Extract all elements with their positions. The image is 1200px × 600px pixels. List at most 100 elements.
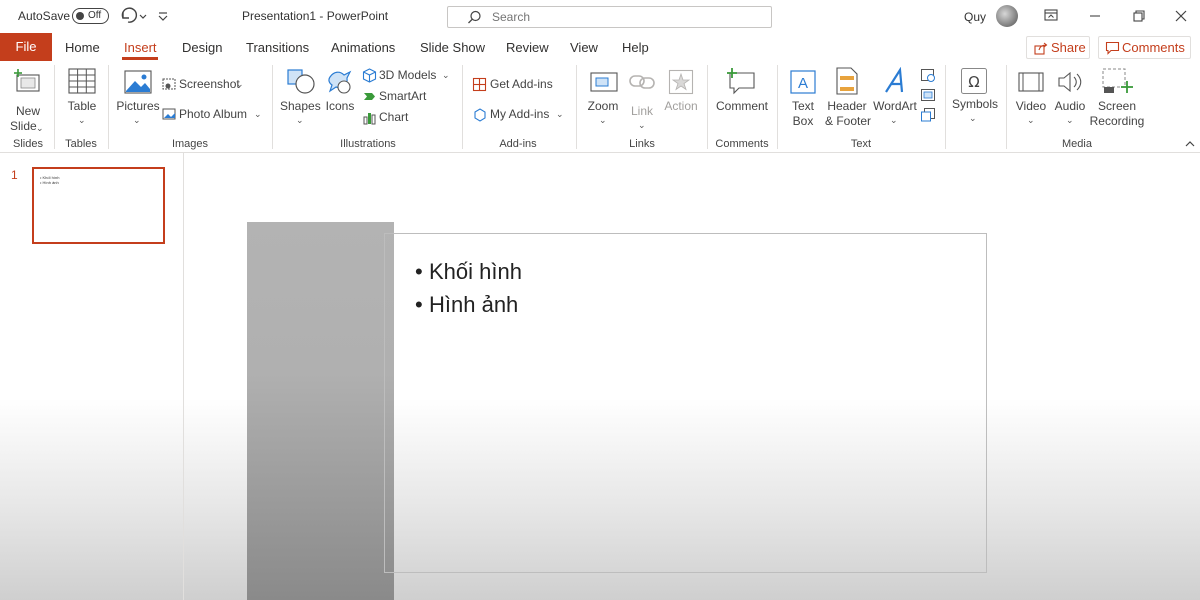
zoom-label: Zoom bbox=[587, 99, 619, 113]
group-divider bbox=[462, 65, 463, 149]
toggle-knob bbox=[76, 12, 84, 20]
shapes-icon bbox=[287, 69, 315, 94]
tab-help[interactable]: Help bbox=[622, 40, 649, 55]
comment-label: Comment bbox=[715, 99, 768, 113]
smartart-button[interactable]: SmartArt bbox=[362, 87, 442, 105]
screenshot-button[interactable]: Screenshot ⌄ bbox=[162, 75, 266, 93]
search-box[interactable] bbox=[447, 6, 772, 28]
group-label-addins: Add-ins bbox=[499, 138, 537, 150]
tab-review[interactable]: Review bbox=[506, 40, 549, 55]
photo-album-label: Photo Album bbox=[179, 107, 248, 121]
wordart-label: WordArt bbox=[873, 99, 917, 113]
chevron-down-icon: ⌄ bbox=[133, 115, 141, 125]
symbols-label: Symbols bbox=[951, 97, 998, 111]
slide-rectangle-shape[interactable] bbox=[247, 222, 394, 600]
bullet-item[interactable]: • Khối hình bbox=[415, 259, 522, 285]
my-addins-button[interactable]: My Add-ins ⌄ bbox=[472, 105, 568, 123]
title-bar: AutoSave Off Presentation1 - PowerPoint … bbox=[0, 0, 1200, 33]
ribbon-tabs: File Home Insert Design Transitions Anim… bbox=[0, 33, 1200, 61]
get-addins-label: Get Add-ins bbox=[490, 77, 553, 91]
get-addins-button[interactable]: Get Add-ins bbox=[472, 75, 568, 93]
minimize-icon[interactable] bbox=[1080, 4, 1110, 28]
chart-button[interactable]: Chart bbox=[362, 108, 442, 126]
screenshot-icon bbox=[162, 78, 176, 90]
tab-transitions[interactable]: Transitions bbox=[246, 40, 309, 55]
my-addins-label: My Add-ins bbox=[490, 107, 550, 121]
group-label-media: Media bbox=[1062, 138, 1092, 150]
chart-icon bbox=[363, 113, 376, 125]
slide-thumbnail-pane: 1 • Khối hình • Hình ảnh bbox=[0, 153, 184, 600]
date-time-icon[interactable] bbox=[920, 67, 936, 83]
ribbon-display-options-icon[interactable] bbox=[1036, 4, 1066, 28]
customize-toolbar-icon[interactable] bbox=[156, 6, 170, 26]
new-slide-label-2: Slide bbox=[10, 119, 37, 133]
user-name: Quy bbox=[964, 10, 987, 24]
tab-view[interactable]: View bbox=[570, 40, 598, 55]
tab-design[interactable]: Design bbox=[182, 40, 222, 55]
chevron-down-icon: ⌄ bbox=[1066, 115, 1074, 125]
store-icon bbox=[472, 77, 487, 92]
chevron-down-icon: ⌄ bbox=[254, 109, 262, 119]
thumbnail-bullet-2: Hình ảnh bbox=[42, 180, 59, 185]
autosave-label: AutoSave bbox=[18, 9, 71, 23]
undo-icon[interactable] bbox=[118, 6, 148, 26]
slide-thumbnail[interactable]: • Khối hình • Hình ảnh bbox=[32, 167, 165, 244]
group-divider bbox=[108, 65, 109, 149]
shapes-label: Shapes bbox=[280, 99, 321, 113]
avatar[interactable] bbox=[996, 5, 1018, 27]
share-button[interactable]: Share bbox=[1026, 36, 1090, 59]
photo-album-button[interactable]: Photo Album ⌄ bbox=[162, 105, 266, 123]
tab-slide-show[interactable]: Slide Show bbox=[420, 40, 485, 55]
slide-number-icon[interactable] bbox=[920, 87, 936, 103]
screenshot-label: Screenshot bbox=[179, 77, 240, 91]
bullet-text-2: Hình ảnh bbox=[429, 292, 519, 317]
wordart-icon bbox=[885, 67, 904, 93]
comments-button[interactable]: Comments bbox=[1098, 36, 1191, 59]
slide-content-placeholder[interactable]: • Khối hình • Hình ảnh bbox=[384, 233, 987, 573]
tab-file[interactable]: File bbox=[0, 33, 52, 61]
chevron-down-icon: ⌄ bbox=[36, 123, 44, 133]
smartart-label: SmartArt bbox=[379, 89, 427, 103]
3d-models-button[interactable]: 3D Models ⌄ bbox=[362, 66, 454, 84]
bullet-text-1: Khối hình bbox=[429, 259, 522, 284]
screen-recording-icon bbox=[1102, 68, 1133, 93]
chevron-down-icon: ⌄ bbox=[1027, 115, 1035, 125]
object-icon[interactable] bbox=[920, 107, 936, 123]
chart-label: Chart bbox=[379, 110, 409, 124]
photo-album-icon bbox=[162, 108, 176, 120]
screen-recording-label-1: Screen bbox=[1097, 99, 1137, 113]
restore-icon[interactable] bbox=[1124, 4, 1154, 28]
tab-home[interactable]: Home bbox=[65, 40, 100, 55]
chevron-down-icon: ⌄ bbox=[78, 115, 86, 125]
editor-workspace: 1 • Khối hình • Hình ảnh • Khối hình • Hìn… bbox=[0, 153, 1200, 600]
autosave-toggle[interactable]: Off bbox=[72, 8, 109, 24]
new-slide-icon bbox=[14, 69, 40, 92]
tab-animations[interactable]: Animations bbox=[331, 40, 395, 55]
speaker-icon bbox=[1058, 71, 1082, 93]
chevron-down-icon: ⌄ bbox=[556, 109, 564, 119]
collapse-ribbon-icon[interactable] bbox=[1184, 139, 1196, 149]
audio-label: Audio bbox=[1054, 99, 1086, 113]
link-icon bbox=[629, 75, 655, 89]
close-icon[interactable] bbox=[1166, 4, 1196, 28]
chevron-down-icon: ⌄ bbox=[599, 115, 607, 125]
share-icon bbox=[1034, 42, 1048, 55]
active-tab-indicator bbox=[122, 57, 158, 60]
search-input[interactable] bbox=[492, 9, 752, 25]
zoom-icon bbox=[590, 72, 618, 92]
pictures-icon bbox=[124, 70, 152, 94]
group-divider bbox=[272, 65, 273, 149]
text-box-icon: A bbox=[790, 70, 816, 94]
document-title: Presentation1 - PowerPoint bbox=[242, 9, 389, 23]
group-divider bbox=[576, 65, 577, 149]
icons-label: Icons bbox=[325, 99, 355, 113]
group-label-illustrations: Illustrations bbox=[340, 138, 396, 150]
header-footer-icon bbox=[836, 67, 858, 95]
bullet-item[interactable]: • Hình ảnh bbox=[415, 292, 518, 318]
autosave-state: Off bbox=[88, 10, 102, 21]
cube-icon bbox=[362, 68, 377, 83]
tab-insert[interactable]: Insert bbox=[124, 40, 157, 55]
icons-icon bbox=[328, 70, 352, 94]
svg-text:Ω: Ω bbox=[968, 73, 979, 91]
group-label-slides: Slides bbox=[13, 138, 43, 150]
